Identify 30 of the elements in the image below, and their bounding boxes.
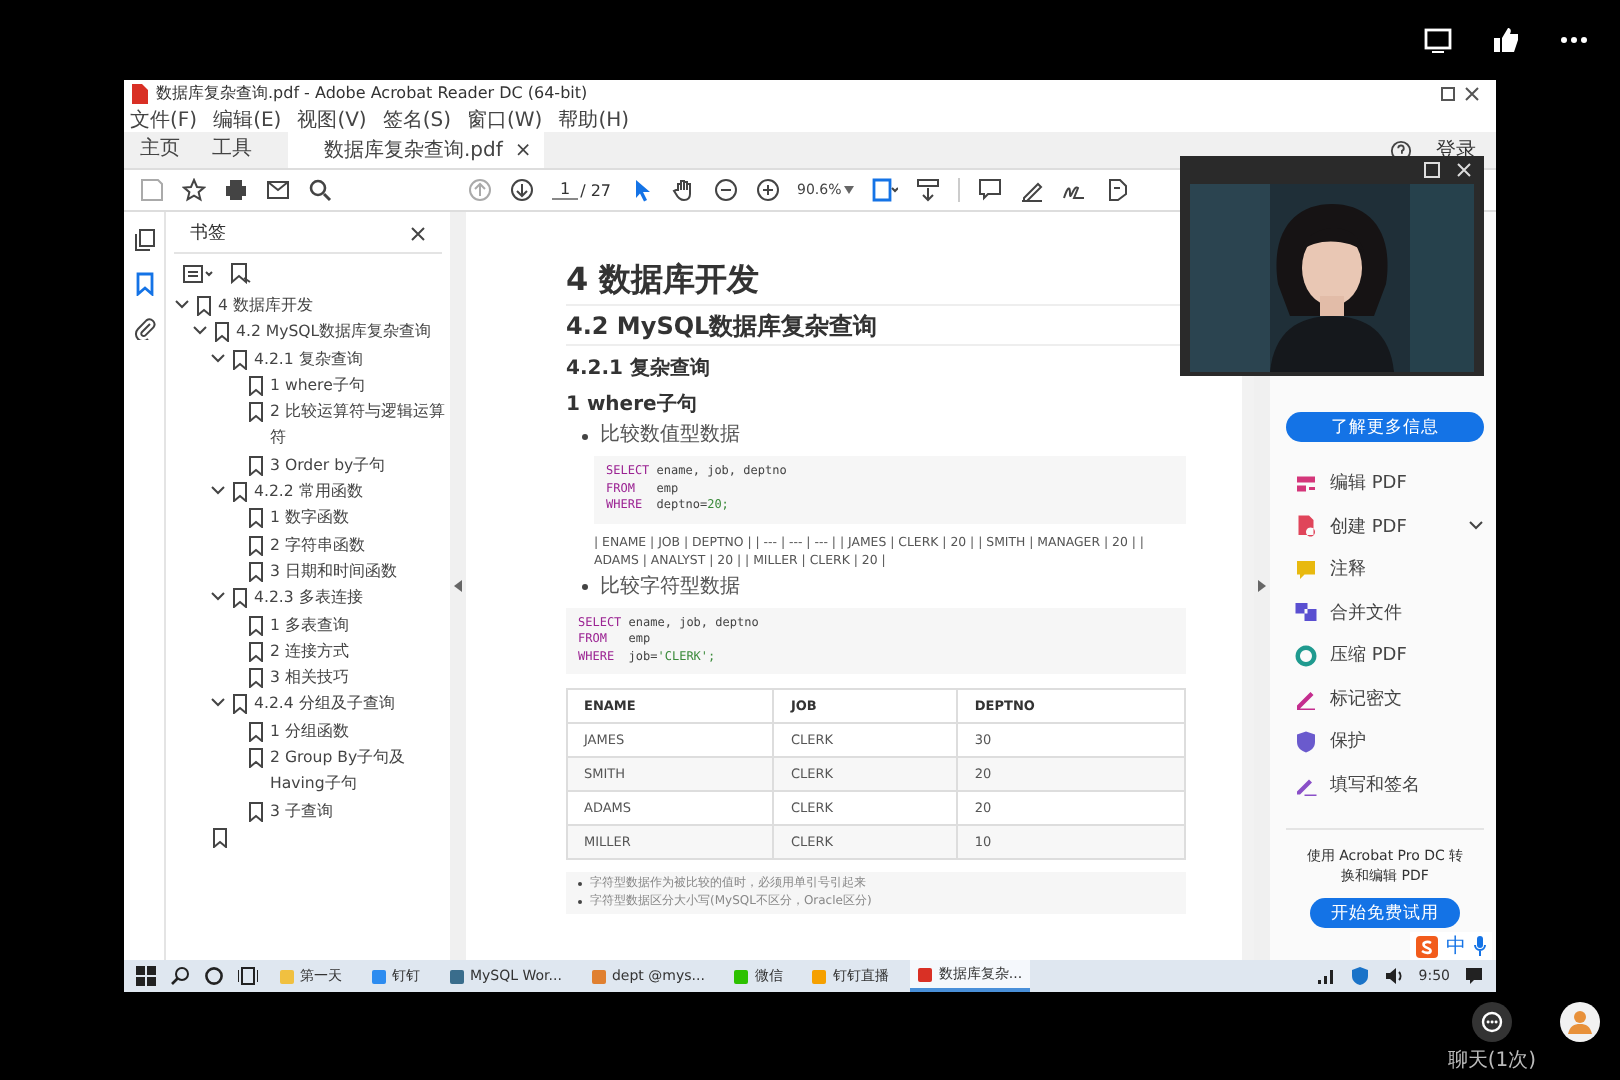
menu-item[interactable]: 签名(S) (382, 105, 451, 133)
tool-item[interactable]: 合并文件 (1330, 599, 1402, 626)
chat-label: 聊天(1次) (1447, 1048, 1536, 1074)
menu-item[interactable]: 帮助(H) (558, 105, 630, 133)
document-tab-label: 数据库复杂查询.pdf (324, 137, 503, 164)
menu-item[interactable]: 文件(F) (130, 105, 198, 133)
tool-item[interactable]: 填写和签名 (1330, 771, 1420, 798)
menu-item[interactable]: 编辑(E) (213, 105, 282, 133)
nav-tab[interactable]: 工具 (196, 132, 268, 168)
page-number-field[interactable]: 1 (552, 180, 579, 200)
heading: 4.2.1 复杂查询 (566, 355, 712, 382)
document-tab[interactable]: 数据库复杂查询.pdf × (288, 132, 544, 168)
bullet-text: 比较字符型数据 (600, 573, 740, 601)
menu-item[interactable]: 视图(V) (297, 105, 367, 133)
menu-item[interactable]: 窗口(W) (467, 105, 543, 133)
bullet-text: 比较数值型数据 (600, 422, 740, 450)
tool-item[interactable]: 编辑 PDF (1330, 470, 1407, 497)
tool-item[interactable]: 创建 PDF (1330, 513, 1407, 540)
trial-button[interactable]: 开始免费试用 (1310, 898, 1460, 928)
window-title: 数据库复杂查询.pdf - Adobe Acrobat Reader DC (64-bit) (156, 82, 588, 104)
tool-item[interactable]: 保护 (1330, 728, 1366, 755)
heading: 1 where子句 (566, 391, 699, 418)
nav-tab[interactable]: 主页 (124, 132, 196, 168)
panel-title: 书签 (190, 221, 226, 246)
tool-item[interactable]: 注释 (1330, 556, 1366, 583)
page-count: / 27 (580, 181, 612, 199)
learn-more-button[interactable]: 了解更多信息 (1286, 412, 1484, 442)
tool-item[interactable]: 压缩 PDF (1330, 642, 1407, 669)
tool-item[interactable]: 标记密文 (1330, 685, 1402, 712)
tab-close[interactable]: × (514, 139, 532, 161)
